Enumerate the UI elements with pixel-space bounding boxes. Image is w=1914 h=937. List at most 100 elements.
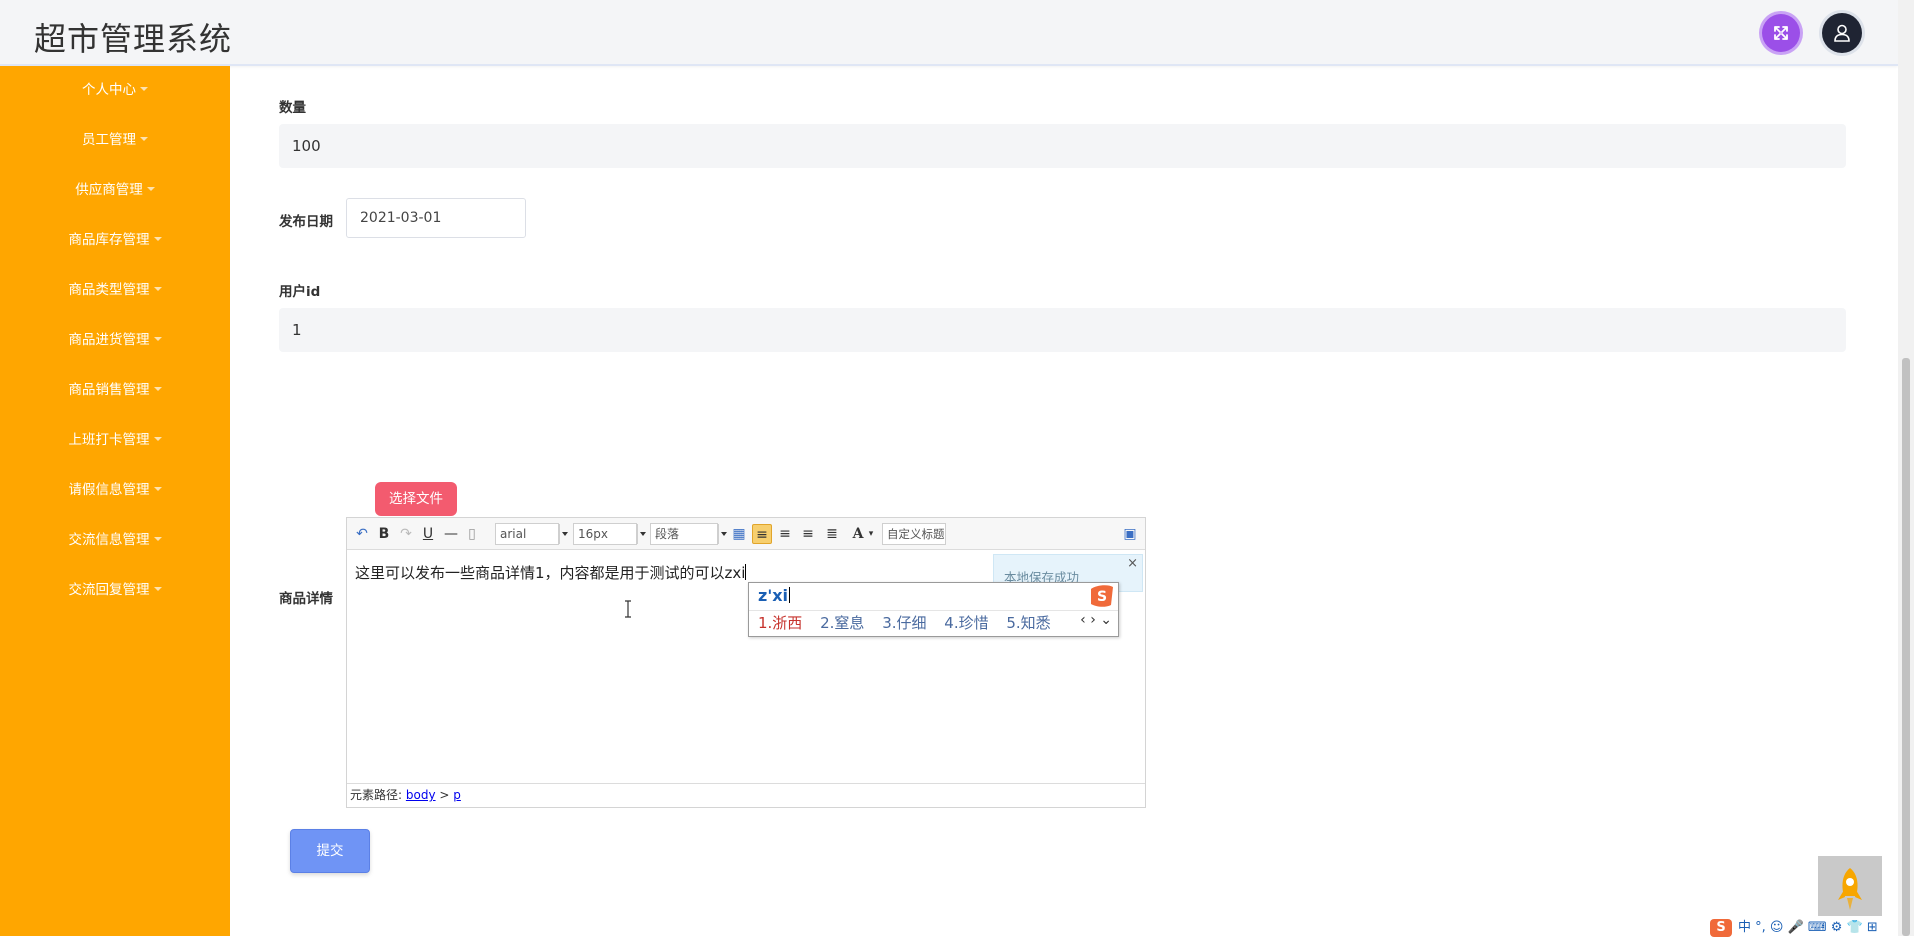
- ime-candidates: 1.浙西 2.窒息 3.仔细 4.珍惜 5.知悉: [758, 612, 1064, 633]
- caret-down-icon: [153, 487, 162, 491]
- dropdown-arrow-icon: [559, 524, 568, 544]
- sogou-tray-icon[interactable]: S: [1710, 919, 1732, 937]
- sidebar-item-purchase[interactable]: 商品进货管理: [0, 328, 230, 352]
- editor-text: 这里可以发布一些商品详情1，内容都是用于测试的可以zxi: [355, 564, 746, 582]
- ime-candidate[interactable]: 3.仔细: [882, 614, 926, 632]
- rich-text-editor: ↶ B ↷ U — ▯ arial 16px 段落 ▦ ≡ ≡ ≡ ≣ A ▾ …: [346, 517, 1146, 808]
- quantity-label: 数量: [279, 100, 306, 116]
- bold-button[interactable]: B: [375, 524, 393, 544]
- ime-candidate[interactable]: 5.知悉: [1006, 614, 1050, 632]
- top-header: 超市管理系统: [0, 0, 1898, 66]
- sidebar: 个人中心 员工管理 供应商管理 商品库存管理 商品类型管理 商品进货管理 商品销…: [0, 66, 230, 936]
- caret-down-icon: [153, 587, 162, 591]
- ime-candidate[interactable]: 1.浙西: [758, 614, 802, 632]
- document-icon[interactable]: ▯: [464, 524, 480, 544]
- user-avatar-icon: [1834, 24, 1850, 42]
- font-color-button[interactable]: A: [850, 524, 866, 544]
- caret-down-icon: [140, 87, 148, 91]
- dropdown-arrow-icon: [718, 524, 727, 544]
- ime-candidate-window: z'xi S 1.浙西 2.窒息 3.仔细 4.珍惜 5.知悉 ‹ › ⌄: [748, 582, 1119, 637]
- choose-file-button[interactable]: 选择文件: [375, 482, 457, 516]
- fullscreen-editor-icon[interactable]: ▣: [1121, 524, 1139, 544]
- sidebar-item-staff[interactable]: 员工管理: [0, 128, 230, 152]
- caret-down-icon: [153, 387, 162, 391]
- sidebar-item-inventory[interactable]: 商品库存管理: [0, 228, 230, 252]
- user-id-field[interactable]: 1: [279, 308, 1846, 352]
- font-size-select[interactable]: 16px: [573, 523, 646, 545]
- sidebar-item-replies[interactable]: 交流回复管理: [0, 578, 230, 602]
- custom-title-value: 自定义标题: [887, 527, 945, 541]
- text-cursor: [745, 564, 747, 580]
- close-icon[interactable]: ×: [1127, 556, 1138, 571]
- ime-input-text: z'xi: [758, 586, 789, 605]
- sidebar-item-label: 员工管理: [82, 132, 136, 148]
- sidebar-item-supplier[interactable]: 供应商管理: [0, 178, 230, 202]
- quantity-field[interactable]: 100: [279, 124, 1846, 168]
- submit-button[interactable]: 提交: [290, 829, 370, 873]
- ime-candidate[interactable]: 2.窒息: [820, 614, 864, 632]
- sidebar-item-label: 商品库存管理: [68, 232, 150, 248]
- align-left-icon[interactable]: ≡: [752, 524, 772, 544]
- sidebar-item-label: 上班打卡管理: [68, 432, 150, 448]
- element-path-label: 元素路径:: [350, 788, 403, 802]
- back-to-top-button[interactable]: [1818, 856, 1882, 916]
- horizontal-rule-icon[interactable]: —: [442, 524, 460, 544]
- sidebar-item-label: 请假信息管理: [68, 482, 150, 498]
- sidebar-item-product-type[interactable]: 商品类型管理: [0, 278, 230, 302]
- sidebar-item-label: 商品销售管理: [68, 382, 150, 398]
- element-path-bar: 元素路径: body > p: [347, 783, 1145, 807]
- undo-icon[interactable]: ↶: [353, 524, 371, 544]
- tray-icons[interactable]: 中 °, ☺ 🎤 ⌨ ⚙ 👕 ⊞: [1738, 920, 1878, 935]
- svg-text:S: S: [1097, 589, 1107, 605]
- custom-title-select[interactable]: 自定义标题: [882, 523, 946, 545]
- dropdown-arrow-icon: [637, 524, 646, 544]
- publish-date-input[interactable]: [346, 198, 526, 238]
- caret-down-icon: [146, 187, 155, 191]
- font-color-dropdown-icon[interactable]: ▾: [867, 524, 875, 544]
- caret-down-icon: [153, 337, 162, 341]
- ime-divider: [749, 610, 1118, 611]
- sidebar-item-personal-center[interactable]: 个人中心: [0, 78, 230, 102]
- underline-button[interactable]: U: [419, 524, 437, 544]
- ime-caret: [789, 587, 791, 603]
- user-menu-button[interactable]: [1822, 13, 1862, 53]
- redo-icon[interactable]: ↷: [397, 524, 415, 544]
- system-tray: S 中 °, ☺ 🎤 ⌨ ⚙ 👕 ⊞: [1710, 916, 1878, 937]
- sidebar-item-label: 交流回复管理: [68, 582, 150, 598]
- ime-page-nav[interactable]: ‹ › ⌄: [1080, 612, 1112, 628]
- align-center-icon[interactable]: ≡: [799, 524, 817, 544]
- ime-candidate[interactable]: 4.珍惜: [944, 614, 988, 632]
- caret-down-icon: [153, 537, 162, 541]
- publish-date-label: 发布日期: [279, 214, 333, 230]
- ime-composition: z'xi: [758, 586, 791, 605]
- sidebar-item-leave[interactable]: 请假信息管理: [0, 478, 230, 502]
- fullscreen-button[interactable]: [1762, 14, 1800, 52]
- scrollbar-thumb[interactable]: [1902, 358, 1910, 936]
- user-id-label: 用户id: [279, 284, 321, 300]
- sidebar-item-label: 供应商管理: [75, 182, 143, 198]
- path-body-link[interactable]: body: [406, 788, 436, 802]
- editor-content[interactable]: 这里可以发布一些商品详情1，内容都是用于测试的可以zxi: [355, 562, 747, 583]
- align-justify-icon[interactable]: ≣: [823, 524, 841, 544]
- paragraph-value: 段落: [655, 527, 680, 541]
- path-p-link[interactable]: p: [453, 788, 461, 802]
- caret-down-icon: [153, 437, 162, 441]
- caret-down-icon: [153, 237, 162, 241]
- align-right-icon[interactable]: ≡: [776, 524, 794, 544]
- path-separator: >: [439, 788, 450, 802]
- sidebar-item-label: 个人中心: [82, 82, 136, 98]
- font-family-value: arial: [500, 527, 527, 541]
- text-ibeam-cursor: [624, 600, 632, 618]
- table-icon[interactable]: ▦: [730, 524, 748, 544]
- caret-down-icon: [153, 287, 162, 291]
- sidebar-item-sales[interactable]: 商品销售管理: [0, 378, 230, 402]
- sidebar-item-messages[interactable]: 交流信息管理: [0, 528, 230, 552]
- rocket-icon: [1838, 868, 1862, 910]
- ibeam-icon: [625, 600, 631, 618]
- sidebar-item-label: 商品进货管理: [68, 332, 150, 348]
- font-family-select[interactable]: arial: [495, 523, 568, 545]
- product-detail-label: 商品详情: [279, 591, 333, 607]
- sogou-logo-icon: S: [1091, 585, 1113, 607]
- sidebar-item-attendance[interactable]: 上班打卡管理: [0, 428, 230, 452]
- paragraph-select[interactable]: 段落: [650, 523, 727, 545]
